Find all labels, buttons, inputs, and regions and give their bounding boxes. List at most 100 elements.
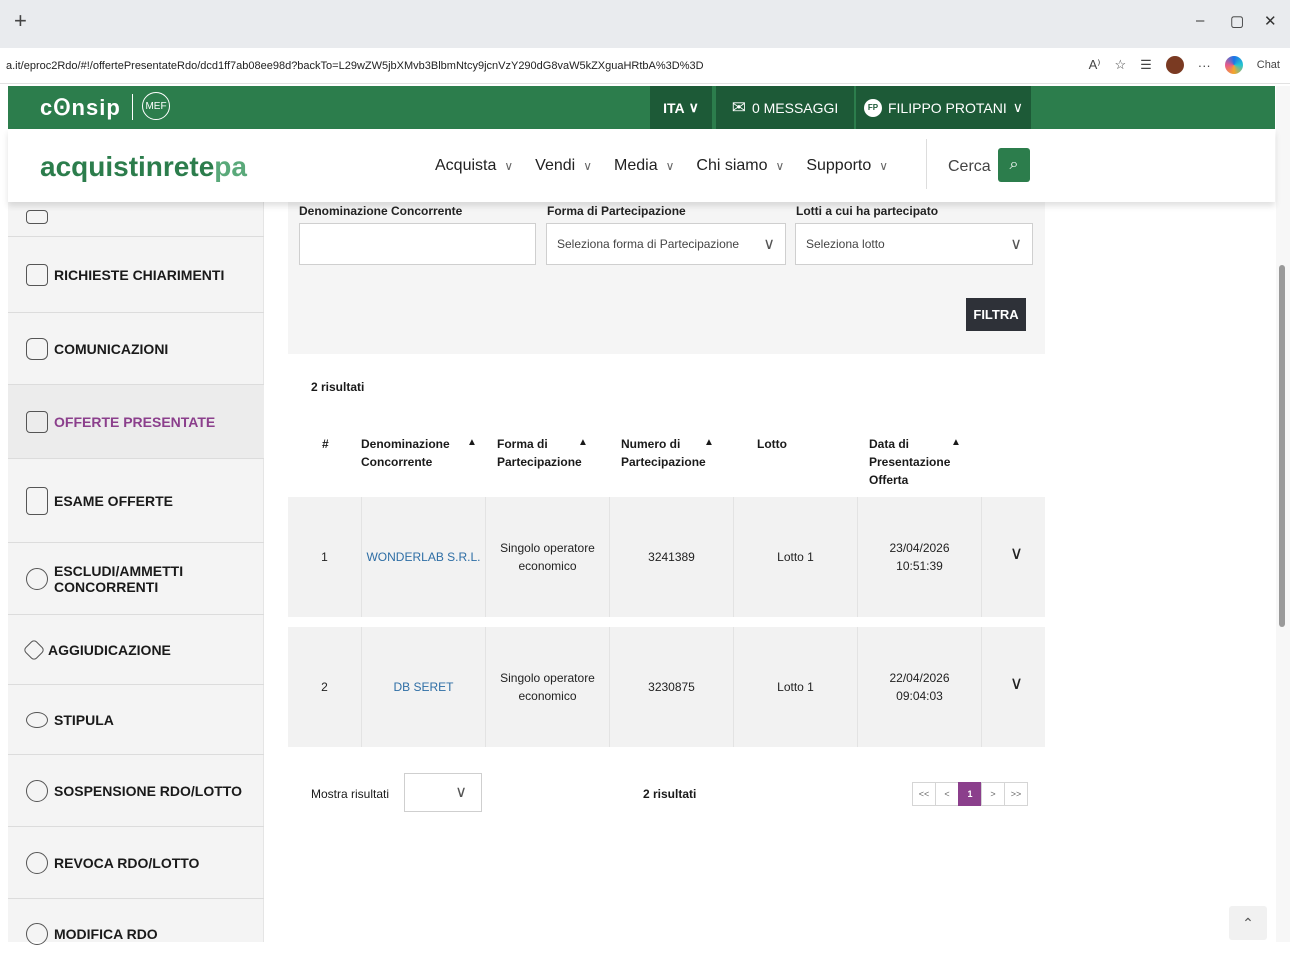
chevron-down-icon: ∨ <box>455 784 467 801</box>
user-name: FILIPPO PROTANI <box>887 99 1007 116</box>
consip-logo[interactable]: cꙨnsip <box>40 95 121 121</box>
last-page-button[interactable]: >> <box>1004 782 1028 806</box>
nav-item-supporto[interactable]: Supporto ∨ <box>806 157 888 175</box>
favorites-list-icon[interactable]: ☰ <box>1140 57 1152 73</box>
denominazione-input[interactable] <box>299 223 536 265</box>
sort-up-icon[interactable]: ▲ <box>951 437 961 448</box>
mef-logo[interactable]: MEF <box>142 92 170 120</box>
restore-icon[interactable]: ▢ <box>1230 12 1244 30</box>
row-lotto: Lotto 1 <box>733 497 857 617</box>
scrollbar-thumb[interactable] <box>1279 265 1285 627</box>
user-menu[interactable]: FP FILIPPO PROTANI ∨ <box>856 86 1031 129</box>
filtra-button[interactable]: FILTRA <box>966 298 1026 331</box>
concorrente-link[interactable]: WONDERLAB S.R.L. <box>366 548 480 566</box>
url-text[interactable]: a.it/eproc2Rdo/#!/offertePresentateRdo/d… <box>6 60 704 72</box>
read-aloud-icon[interactable]: A⁾ <box>1089 57 1101 73</box>
copilot-icon[interactable] <box>1224 56 1243 74</box>
address-bar[interactable]: a.it/eproc2Rdo/#!/offertePresentateRdo/d… <box>0 48 1290 84</box>
row-forma: Singolo operatore economico <box>485 627 609 747</box>
sidebar-item-label: RICHIESTE CHIARIMENTI <box>54 266 225 283</box>
sidebar-item-comunicazioni[interactable]: COMUNICAZIONI <box>8 312 264 384</box>
nav-item-vendi[interactable]: Vendi ∨ <box>535 157 592 175</box>
row-date: 23/04/2026 <box>889 541 950 555</box>
results-count: 2 risultati <box>311 380 365 394</box>
handshake-icon <box>26 711 48 728</box>
new-tab-button[interactable]: + <box>14 8 27 34</box>
first-page-button[interactable]: << <box>912 782 936 806</box>
sidebar-item-richieste-chiarimenti[interactable]: RICHIESTE CHIARIMENTI <box>8 236 264 312</box>
table-row[interactable]: 2 DB SERET Singolo operatore economico 3… <box>288 627 1045 747</box>
search-label[interactable]: Cerca <box>948 158 991 176</box>
concorrente-link[interactable]: DB SERET <box>393 678 453 696</box>
chevron-down-icon: ∨ <box>1010 236 1022 253</box>
sort-up-icon[interactable]: ▲ <box>578 437 588 448</box>
header-denominazione[interactable]: Denominazione Concorrente <box>361 435 451 471</box>
header-num: # <box>322 437 329 451</box>
prev-page-button[interactable]: < <box>935 782 959 806</box>
profile-avatar-icon[interactable] <box>1165 56 1184 74</box>
favorite-star-icon[interactable]: ☆ <box>1114 57 1126 73</box>
scroll-to-top-button[interactable]: ⌃ <box>1229 906 1267 940</box>
row-time: 10:51:39 <box>896 559 943 573</box>
search-icon[interactable]: ⌕ <box>998 148 1030 182</box>
next-page-button[interactable]: > <box>981 782 1005 806</box>
forma-select[interactable]: Seleziona forma di Partecipazione ∨ <box>546 223 786 265</box>
sort-up-icon[interactable]: ▲ <box>704 437 714 448</box>
browser-tab-bar: + – ▢ ✕ <box>0 0 1290 48</box>
acquistinretepa-logo[interactable]: acquistinretepa <box>40 151 247 183</box>
top-header: cꙨnsip MEF ITA ∨ ✉ 0 MESSAGGI FP FILIPPO… <box>8 86 1275 129</box>
row-numero: 3230875 <box>609 627 733 747</box>
sort-up-icon[interactable]: ▲ <box>467 437 477 448</box>
page-1-button[interactable]: 1 <box>958 782 982 806</box>
sidebar-item-partial[interactable] <box>8 198 264 236</box>
chevron-down-icon: ∨ <box>665 159 675 173</box>
nav-item-media[interactable]: Media ∨ <box>614 157 674 175</box>
envelope-icon: ✉ <box>731 97 746 117</box>
chevron-down-icon: ∨ <box>763 236 775 253</box>
language-selector[interactable]: ITA ∨ <box>650 86 712 129</box>
user-avatar: FP <box>863 98 882 117</box>
header-data[interactable]: Data di Presentazione Offerta <box>869 435 950 489</box>
lotto-select[interactable]: Seleziona lotto ∨ <box>795 223 1033 265</box>
nav-label: Acquista <box>435 157 497 174</box>
sidebar-item-label: ESAME OFFERTE <box>54 492 174 509</box>
sidebar-item-sospensione[interactable]: SOSPENSIONE RDO/LOTTO <box>8 754 264 826</box>
nav-menu: Acquista ∨ Vendi ∨ Media ∨ Chi siamo ∨ Suppo… <box>435 157 888 175</box>
close-window-icon[interactable]: ✕ <box>1264 12 1277 30</box>
denominazione-label: Denominazione Concorrente <box>299 204 463 218</box>
header-forma[interactable]: Forma di Partecipazione <box>497 435 582 471</box>
nav-divider <box>926 139 927 189</box>
sidebar-item-esame-offerte[interactable]: ESAME OFFERTE <box>8 458 264 542</box>
logo-divider <box>132 94 133 120</box>
language-label: ITA <box>663 99 685 116</box>
more-options-icon[interactable]: ··· <box>1198 58 1211 73</box>
sidebar-item-aggiudicazione[interactable]: AGGIUDICAZIONE <box>8 614 264 684</box>
nav-label: Media <box>614 157 658 174</box>
sidebar-item-modifica-rdo[interactable]: MODIFICA RDO <box>8 898 264 968</box>
chat-bubbles-icon <box>26 337 48 360</box>
row-date-cell: 23/04/2026 10:51:39 <box>857 497 981 617</box>
nav-item-acquista[interactable]: Acquista ∨ <box>435 157 513 175</box>
header-lotto: Lotto <box>757 437 787 451</box>
sidebar-item-revoca[interactable]: REVOCA RDO/LOTTO <box>8 826 264 898</box>
sidebar-item-escludi-ammetti[interactable]: ESCLUDI/AMMETTI CONCORRENTI <box>8 542 264 614</box>
chat-label[interactable]: Chat <box>1257 59 1280 71</box>
gavel-icon <box>22 638 46 661</box>
sidebar-item-offerte-presentate[interactable]: OFFERTE PRESENTATE <box>8 384 264 458</box>
chevron-down-icon: ∨ <box>879 159 889 173</box>
messages-button[interactable]: ✉ 0 MESSAGGI <box>716 86 854 129</box>
row-name-cell: WONDERLAB S.R.L. <box>361 497 485 617</box>
table-row[interactable]: 1 WONDERLAB S.R.L. Singolo operatore eco… <box>288 497 1045 617</box>
minimize-icon[interactable]: – <box>1196 12 1204 29</box>
sidebar-item-label: MODIFICA RDO <box>54 925 158 942</box>
nav-item-chi-siamo[interactable]: Chi siamo ∨ <box>696 157 784 175</box>
chevron-down-icon[interactable]: ∨ <box>1010 673 1023 694</box>
row-number: 2 <box>321 680 328 694</box>
row-name-cell: DB SERET <box>361 627 485 747</box>
gears-icon <box>26 922 48 945</box>
page-size-select[interactable]: ∨ <box>404 773 482 812</box>
sidebar-item-stipula[interactable]: STIPULA <box>8 684 264 754</box>
document-question-icon <box>26 263 48 286</box>
header-numero[interactable]: Numero di Partecipazione <box>621 435 706 471</box>
chevron-down-icon[interactable]: ∨ <box>1010 543 1023 564</box>
